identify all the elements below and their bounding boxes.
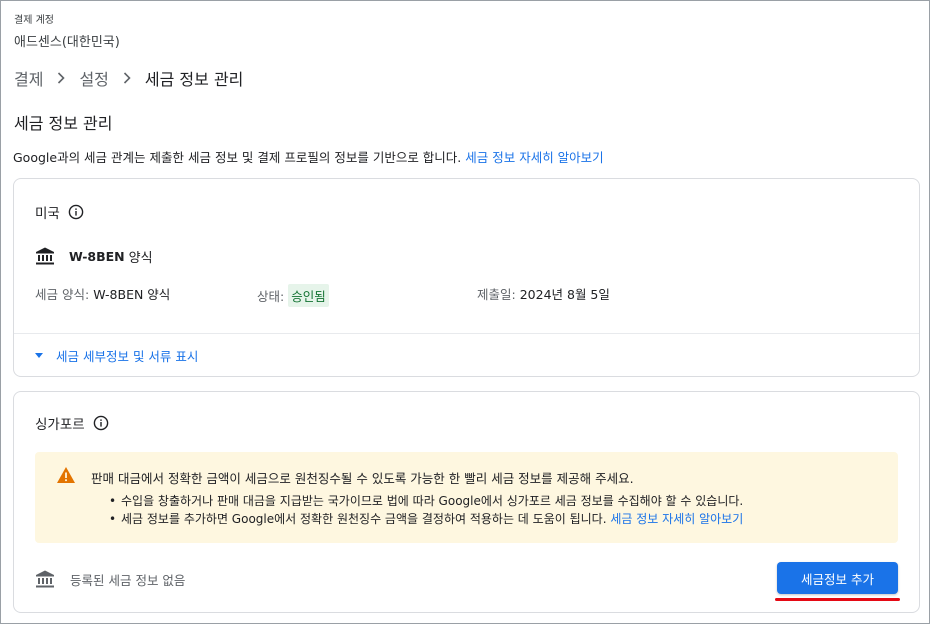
warning-bullet-text: 세금 정보를 추가하면 Google에서 정확한 원천징수 금액을 결정하여 적…: [121, 512, 607, 526]
intro-description: Google과의 세금 관계는 제출한 세금 정보 및 결제 프로필의 정보를 …: [13, 150, 462, 165]
sg-tax-card: 싱가포르 판매 대금에서 정확한 금액이 세금으로 원천징수될 수 있도록 가능…: [13, 391, 920, 613]
show-details-toggle[interactable]: 세금 세부정보 및 서류 표시: [35, 346, 198, 365]
breadcrumb-item-current: 세금 정보 관리: [144, 70, 244, 89]
tax-form-suffix: 양식: [128, 250, 153, 266]
warning-message: 판매 대금에서 정확한 금액이 세금으로 원천징수될 수 있도록 가능한 한 빨…: [91, 471, 634, 486]
card-divider: [14, 333, 919, 334]
tax-form-name: W-8BEN: [69, 248, 125, 264]
warning-banner: 판매 대금에서 정확한 금액이 세금으로 원천징수될 수 있도록 가능한 한 빨…: [35, 452, 898, 543]
status-label: 상태:: [257, 289, 285, 304]
chevron-right-icon: [49, 72, 73, 84]
caret-down-icon: [35, 353, 43, 358]
tax-form-submitted: 제출일: 2024년 8월 5일: [477, 284, 610, 303]
sg-card-header: 싱가포르: [35, 413, 109, 433]
tax-form-row: W-8BEN 양식: [35, 246, 153, 266]
us-tax-card: 미국 W-8BEN 양식 세금 양식: W-8BEN 양식 상태: 승인됨 제출…: [13, 178, 920, 377]
highlight-underline: [775, 598, 900, 601]
chevron-right-icon: [115, 72, 139, 84]
learn-more-link[interactable]: 세금 정보 자세히 알아보기: [465, 150, 603, 165]
show-details-label: 세금 세부정보 및 서류 표시: [56, 349, 199, 364]
bank-icon: [35, 246, 55, 266]
account-name: 애드센스(대한민국): [14, 35, 120, 50]
bank-icon: [35, 569, 55, 589]
sg-card-title: 싱가포르: [35, 417, 85, 433]
tax-form-type-label: 세금 양식:: [35, 287, 90, 302]
info-icon[interactable]: [93, 415, 109, 431]
tax-form-type-value: W-8BEN 양식: [93, 287, 171, 302]
status-badge: 승인됨: [288, 284, 329, 307]
account-label: 결제 계정: [14, 15, 54, 26]
us-card-header: 미국: [35, 202, 84, 222]
info-icon[interactable]: [68, 204, 84, 220]
learn-more-link[interactable]: 세금 정보 자세히 알아보기: [610, 512, 743, 526]
submitted-date-value: 2024년 8월 5일: [519, 287, 610, 302]
warning-bullet-text: 수입을 창출하거나 판매 대금을 지급받는 국가이므로 법에 따라 Google…: [121, 494, 744, 508]
tax-form-status: 상태: 승인됨: [257, 284, 329, 307]
breadcrumb: 결제 설정 세금 정보 관리: [14, 67, 243, 89]
add-tax-info-button[interactable]: 세금정보 추가: [777, 562, 898, 594]
tax-form-type: 세금 양식: W-8BEN 양식: [35, 284, 170, 303]
us-card-title: 미국: [35, 206, 60, 222]
warning-icon: [56, 466, 76, 484]
warning-bullets: 수입을 창출하거나 판매 대금을 지급받는 국가이므로 법에 따라 Google…: [109, 492, 743, 528]
warning-bullet: 세금 정보를 추가하면 Google에서 정확한 원천징수 금액을 결정하여 적…: [109, 510, 743, 528]
warning-bullet: 수입을 창출하거나 판매 대금을 지급받는 국가이므로 법에 따라 Google…: [109, 492, 743, 510]
breadcrumb-item-settings[interactable]: 설정: [79, 66, 108, 90]
page-title: 세금 정보 관리: [14, 114, 113, 133]
intro-text: Google과의 세금 관계는 제출한 세금 정보 및 결제 프로필의 정보를 …: [13, 147, 604, 166]
no-tax-info-row: 등록된 세금 정보 없음: [35, 569, 185, 589]
submitted-date-label: 제출일:: [477, 287, 516, 302]
breadcrumb-item-billing[interactable]: 결제: [14, 66, 43, 90]
no-tax-info-text: 등록된 세금 정보 없음: [70, 572, 186, 588]
